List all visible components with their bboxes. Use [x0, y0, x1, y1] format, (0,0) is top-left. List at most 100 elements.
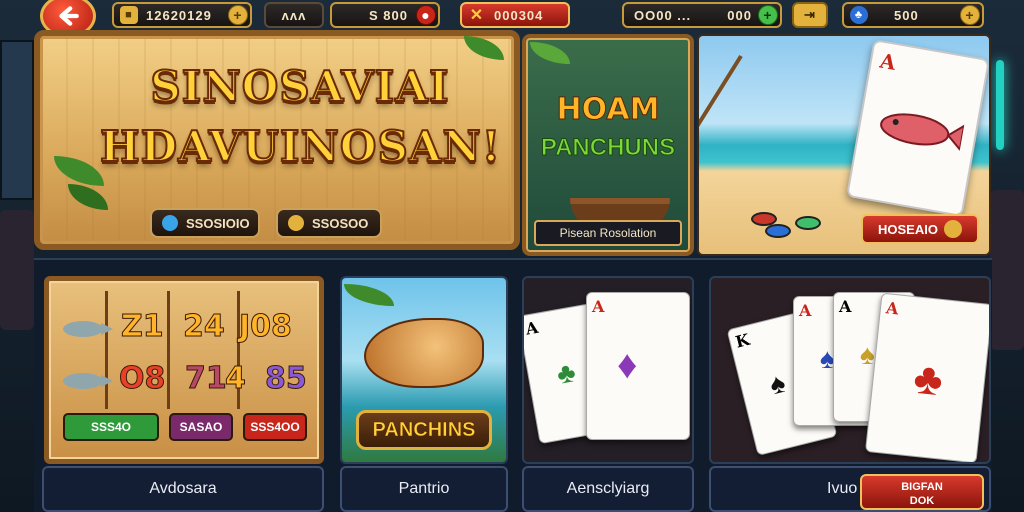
- hero-stat-left[interactable]: SSOSIOIO: [150, 208, 260, 238]
- player-name[interactable]: ᴧᴧᴧ: [264, 2, 324, 28]
- tile-label-slots-text: Avdosara: [149, 480, 217, 497]
- slot-symbol: O8: [118, 361, 166, 397]
- slots-purple-button-label: SASAO: [179, 420, 223, 434]
- card-rank: A: [885, 298, 900, 319]
- coin-icon: [288, 215, 304, 231]
- exit-button[interactable]: ⇥: [792, 2, 828, 28]
- slots-red-button-label: SSS4OO: [250, 420, 300, 434]
- exit-icon: ⇥: [804, 7, 816, 22]
- slot-symbol: 24: [183, 309, 226, 345]
- gem-icon: [162, 215, 178, 231]
- fish-icon: [880, 113, 966, 152]
- ace-card: A: [846, 38, 989, 218]
- poker-join-button-label: BIGFAN DOK: [901, 481, 943, 507]
- search-balance[interactable]: OO00 ... 000 +: [622, 2, 782, 28]
- hero-title-line1: SINOSAVIAI: [149, 61, 450, 112]
- slots-purple-button[interactable]: SASAO: [169, 413, 233, 441]
- coin-value: 12620129: [146, 7, 212, 23]
- fish-illustration: [364, 318, 484, 388]
- slot-symbol: J08: [239, 309, 293, 345]
- slot-symbol: Z1: [121, 309, 165, 345]
- card-rank: A: [799, 301, 812, 320]
- ticket-value: 500: [894, 7, 919, 23]
- tile-label-panchins[interactable]: Pantrio: [340, 466, 508, 512]
- fish-icon: [63, 321, 113, 337]
- chip-icon: [765, 224, 791, 238]
- diamond-icon: ♦: [617, 343, 638, 387]
- chip-icon: [795, 216, 821, 230]
- hero-title-line2: HDAVUINOSAN!: [99, 121, 502, 172]
- top-bar: ■ 12620129 + ᴧᴧᴧ S 800 ● ✕ 000304 OO00 .…: [0, 0, 1024, 38]
- ticket-icon: ♣: [850, 6, 868, 24]
- hero-banner[interactable]: SINOSAVIAI HDAVUINOSAN! SSOSIOIO SSOSOO: [34, 30, 520, 250]
- promo-title-top: HOAM: [556, 92, 660, 128]
- fishing-rod-illustration: [699, 54, 743, 219]
- hero-stat-left-text: SSOSIOIO: [186, 215, 250, 231]
- cross-swords-icon: ✕: [469, 7, 485, 24]
- game-tile-cards[interactable]: A ♣ A ♦: [522, 276, 694, 464]
- reel-divider: [105, 291, 108, 409]
- palm-leaf-decoration: [464, 36, 504, 60]
- palm-leaf-decoration: [530, 42, 570, 64]
- game-tile-poker[interactable]: K ♠ A ♠ A ♠ A ♣: [709, 276, 991, 464]
- spade-icon: ♠: [766, 366, 789, 401]
- ticket-balance: ♣ 500 +: [842, 2, 984, 28]
- coin-icon: ■: [120, 6, 138, 24]
- game-tile-panchins[interactable]: PANCHINS: [340, 276, 508, 464]
- balance-value: 000: [727, 7, 752, 23]
- card-rank: A: [839, 297, 852, 316]
- neon-lamp: [996, 60, 1004, 150]
- poker-join-button[interactable]: BIGFAN DOK: [860, 474, 984, 510]
- slots-red-button[interactable]: SSS4OO: [243, 413, 307, 441]
- coin-icon: [943, 220, 962, 238]
- hero-stat-right[interactable]: SSOSOO: [276, 208, 382, 238]
- coin-balance: ■ 12620129 +: [112, 2, 252, 28]
- gem-value: S 800: [369, 7, 408, 23]
- back-arrow-icon: [59, 6, 79, 26]
- chair-right: [990, 190, 1024, 350]
- tile-label-poker-text: Ivuo: [827, 480, 858, 497]
- tile-label-slots[interactable]: Avdosara: [42, 466, 324, 512]
- promo-caption: Pisean Rosolation: [534, 220, 682, 246]
- gem-balance: S 800 ●: [330, 2, 440, 28]
- add-tickets-button[interactable]: +: [960, 5, 980, 25]
- palm-leaf-decoration: [68, 184, 108, 210]
- playing-card: A ♦: [586, 292, 690, 440]
- hero-stat-right-text: SSOSOO: [312, 215, 369, 231]
- palm-leaf-decoration: [54, 156, 104, 186]
- beach-card-promo[interactable]: A HOSEAIO: [697, 34, 991, 256]
- beach-promo-button[interactable]: HOSEAIO: [861, 214, 979, 244]
- slots-green-button[interactable]: SSS4O: [63, 413, 159, 441]
- add-coins-button[interactable]: +: [228, 5, 248, 25]
- player-name-text: ᴧᴧᴧ: [281, 7, 307, 23]
- tile-label-panchins-text: Pantrio: [398, 480, 450, 497]
- add-balance-button[interactable]: +: [758, 5, 778, 25]
- bonus-button[interactable]: ✕ 000304: [460, 2, 570, 28]
- card-rank: K: [733, 329, 752, 352]
- slots-green-button-label: SSS4O: [90, 420, 132, 434]
- slot-symbol: 4: [225, 361, 247, 397]
- gem-icon[interactable]: ●: [416, 5, 436, 25]
- game-tile-slots[interactable]: Z1 24 J08 O8 71 4 85 SSS4O SASAO SSS4OO: [44, 276, 324, 464]
- slot-symbol: 71: [185, 361, 228, 397]
- bonus-value: 000304: [494, 7, 544, 23]
- spade-icon: ♠: [860, 339, 875, 370]
- search-text: OO00 ...: [634, 7, 692, 23]
- tile-label-cards-text: Aensclyiarg: [566, 480, 650, 497]
- card-rank: A: [592, 297, 605, 316]
- card-rank: A: [524, 317, 540, 339]
- tile-label-cards[interactable]: Aensclyiarg: [522, 466, 694, 512]
- playing-card: A ♣: [864, 292, 989, 462]
- promo-title-bottom: PANCHUNS: [540, 134, 676, 162]
- fish-icon: [63, 373, 113, 389]
- club-icon: ♣: [554, 356, 578, 390]
- club-icon: ♣: [911, 353, 946, 406]
- window: [0, 40, 34, 200]
- chair-left: [0, 210, 34, 330]
- slot-symbol: 85: [265, 361, 308, 397]
- fishing-boat-promo[interactable]: HOAM PANCHUNS Pisean Rosolation: [522, 34, 694, 256]
- palm-leaf-decoration: [344, 284, 394, 306]
- beach-promo-button-label: HOSEAIO: [878, 221, 938, 237]
- card-rank: A: [878, 48, 898, 75]
- panchins-logo: PANCHINS: [356, 410, 492, 450]
